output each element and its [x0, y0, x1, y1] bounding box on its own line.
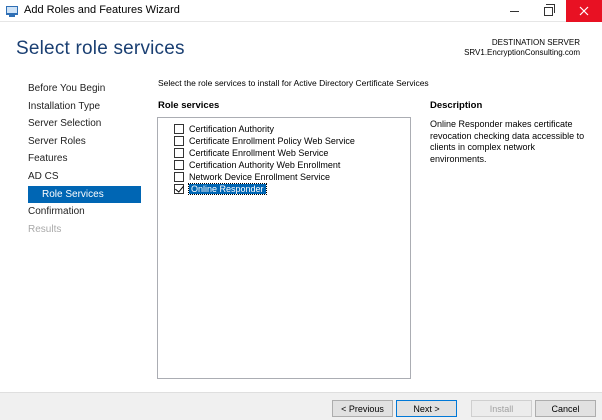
role-services-list[interactable]: Certification Authority Certificate Enro…: [157, 117, 411, 379]
list-item[interactable]: Online Responder: [174, 183, 267, 195]
maximize-button[interactable]: [531, 0, 565, 22]
list-item[interactable]: Certificate Enrollment Policy Web Servic…: [174, 135, 355, 147]
nav-item-ad-cs[interactable]: AD CS: [28, 168, 141, 186]
checkbox[interactable]: [174, 184, 184, 194]
minimize-icon: [509, 10, 519, 12]
nav-item-features[interactable]: Features: [28, 150, 141, 168]
restore-icon: [543, 3, 555, 16]
checkbox[interactable]: [174, 148, 184, 158]
nav-item-results: Results: [28, 223, 62, 235]
list-item-label: Certificate Enrollment Web Service: [189, 148, 329, 158]
previous-button[interactable]: < Previous: [332, 400, 393, 417]
checkbox[interactable]: [174, 172, 184, 182]
minimize-button[interactable]: [497, 0, 531, 22]
next-button[interactable]: Next >: [396, 400, 457, 417]
list-item[interactable]: Network Device Enrollment Service: [174, 171, 330, 183]
list-item[interactable]: Certification Authority Web Enrollment: [174, 159, 340, 171]
destination-server-label: DESTINATION SERVER: [491, 38, 580, 47]
nav-item-server-selection[interactable]: Server Selection: [28, 115, 141, 133]
list-item[interactable]: Certification Authority: [174, 123, 274, 135]
install-button: Install: [471, 400, 532, 417]
close-icon: [579, 6, 589, 16]
nav-item-confirmation[interactable]: Confirmation: [28, 203, 141, 221]
list-item-label: Certification Authority Web Enrollment: [189, 160, 341, 170]
checkbox[interactable]: [174, 124, 184, 134]
instructions-text: Select the role services to install for …: [158, 78, 429, 88]
description-header: Description: [430, 100, 483, 111]
nav-item-installation-type[interactable]: Installation Type: [28, 98, 141, 116]
page-title: Select role services: [16, 38, 185, 59]
title-bar: Add Roles and Features Wizard: [0, 0, 602, 22]
checkbox[interactable]: [174, 136, 184, 146]
list-item-label: Certificate Enrollment Policy Web Servic…: [189, 136, 355, 146]
nav-item-server-roles[interactable]: Server Roles: [28, 133, 141, 151]
role-services-header: Role services: [158, 100, 220, 111]
server-manager-icon: [6, 6, 18, 17]
wizard-nav: Before You Begin Installation Type Serve…: [28, 80, 141, 238]
cancel-button[interactable]: Cancel: [535, 400, 596, 417]
list-item[interactable]: Certificate Enrollment Web Service: [174, 147, 328, 159]
nav-item-before-you-begin[interactable]: Before You Begin: [28, 80, 141, 98]
destination-server-value: SRV1.EncryptionConsulting.com: [464, 48, 580, 57]
list-item-label: Online Responder: [188, 183, 267, 195]
close-button[interactable]: [566, 0, 602, 22]
window-title: Add Roles and Features Wizard: [24, 4, 180, 16]
description-text: Online Responder makes certificate revoc…: [430, 119, 585, 164]
list-item-label: Certification Authority: [189, 124, 275, 134]
checkbox[interactable]: [174, 160, 184, 170]
list-item-label: Network Device Enrollment Service: [189, 172, 331, 182]
nav-item-role-services[interactable]: Role Services: [28, 185, 141, 204]
